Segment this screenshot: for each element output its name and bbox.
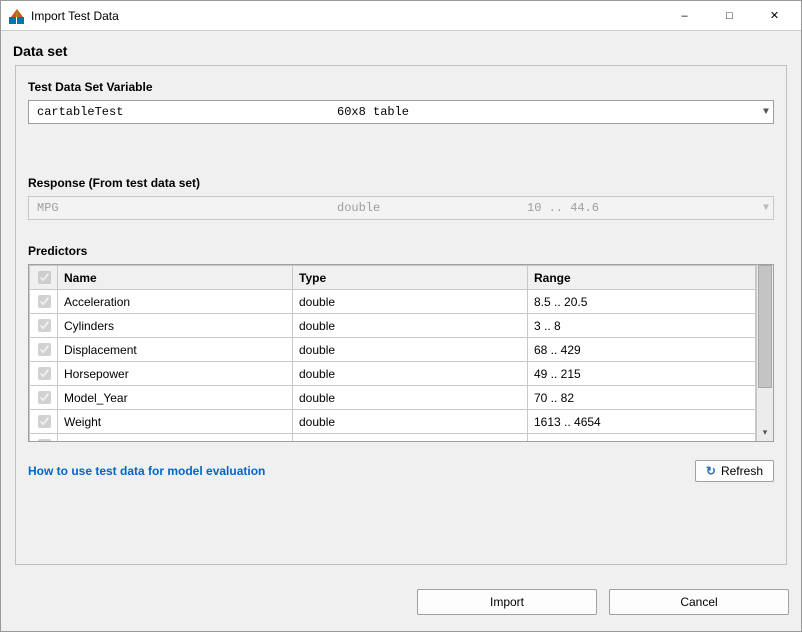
cell-range: 3 .. 8 (528, 314, 756, 338)
import-button[interactable]: Import (417, 589, 597, 615)
refresh-icon: ↻ (706, 464, 716, 478)
section-title: Data set (13, 43, 789, 59)
cell-range: 8.5 .. 20.5 (528, 290, 756, 314)
response-dropdown: MPG double 10 .. 44.6 ▼ (28, 196, 774, 220)
scrollbar-down-arrow[interactable]: ▾ (757, 424, 773, 441)
cell-name: Acceleration (58, 290, 293, 314)
cell-type: double (293, 386, 528, 410)
dataset-panel: Test Data Set Variable cartableTest 60x8… (15, 65, 787, 565)
cell-range: 6 unique (528, 434, 756, 442)
predictors-label: Predictors (28, 244, 774, 258)
cell-name: Weight (58, 410, 293, 434)
variable-label: Test Data Set Variable (28, 80, 774, 94)
cell-type: double (293, 290, 528, 314)
close-button[interactable]: ✕ (752, 1, 797, 30)
chevron-down-icon: ▼ (763, 203, 769, 214)
cell-name: Model_Year (58, 386, 293, 410)
row-checkbox[interactable] (38, 295, 51, 308)
row-checkbox[interactable] (38, 319, 51, 332)
table-row[interactable]: Model_Year double 70 .. 82 (30, 386, 756, 410)
row-checkbox[interactable] (38, 415, 51, 428)
response-type: double (337, 201, 527, 215)
cell-name: Cylinders (58, 314, 293, 338)
table-row[interactable]: Cylinders double 3 .. 8 (30, 314, 756, 338)
minimize-button[interactable]: – (662, 1, 707, 30)
app-icon (9, 8, 25, 24)
cell-name: Horsepower (58, 362, 293, 386)
select-all-checkbox-header[interactable] (30, 266, 58, 290)
row-checkbox[interactable] (38, 343, 51, 356)
window-title: Import Test Data (31, 9, 119, 23)
maximize-button[interactable]: □ (707, 1, 752, 30)
response-range: 10 .. 44.6 (527, 201, 599, 215)
cell-type: double (293, 314, 528, 338)
col-name[interactable]: Name (58, 266, 293, 290)
table-row[interactable]: Acceleration double 8.5 .. 20.5 (30, 290, 756, 314)
help-link[interactable]: How to use test data for model evaluatio… (28, 464, 265, 478)
cell-type: double (293, 362, 528, 386)
col-range[interactable]: Range (528, 266, 756, 290)
cell-range: 49 .. 215 (528, 362, 756, 386)
variable-dropdown[interactable]: cartableTest 60x8 table ▼ (28, 100, 774, 124)
table-row[interactable]: Horsepower double 49 .. 215 (30, 362, 756, 386)
row-checkbox[interactable] (38, 367, 51, 380)
cell-range: 70 .. 82 (528, 386, 756, 410)
refresh-label: Refresh (721, 464, 763, 478)
table-row[interactable]: Origin char 6 unique (30, 434, 756, 442)
cell-range: 68 .. 429 (528, 338, 756, 362)
cell-type: char (293, 434, 528, 442)
predictors-table: Name Type Range Acceleration double (28, 264, 774, 442)
col-type[interactable]: Type (293, 266, 528, 290)
scrollbar-vertical[interactable]: ▾ (756, 265, 773, 441)
cell-name: Origin (58, 434, 293, 442)
row-checkbox[interactable] (38, 439, 51, 441)
cell-type: double (293, 410, 528, 434)
table-row[interactable]: Weight double 1613 .. 4654 (30, 410, 756, 434)
cell-range: 1613 .. 4654 (528, 410, 756, 434)
cancel-button[interactable]: Cancel (609, 589, 789, 615)
cell-type: double (293, 338, 528, 362)
table-header-row: Name Type Range (30, 266, 756, 290)
response-name: MPG (37, 201, 337, 215)
chevron-down-icon: ▼ (763, 107, 769, 118)
row-checkbox[interactable] (38, 391, 51, 404)
response-label: Response (From test data set) (28, 176, 774, 190)
variable-name: cartableTest (37, 105, 337, 119)
scrollbar-thumb[interactable] (758, 265, 772, 388)
cell-name: Displacement (58, 338, 293, 362)
table-row[interactable]: Displacement double 68 .. 429 (30, 338, 756, 362)
refresh-button[interactable]: ↻ Refresh (695, 460, 774, 482)
variable-size: 60x8 table (337, 105, 527, 119)
titlebar: Import Test Data – □ ✕ (1, 1, 801, 31)
